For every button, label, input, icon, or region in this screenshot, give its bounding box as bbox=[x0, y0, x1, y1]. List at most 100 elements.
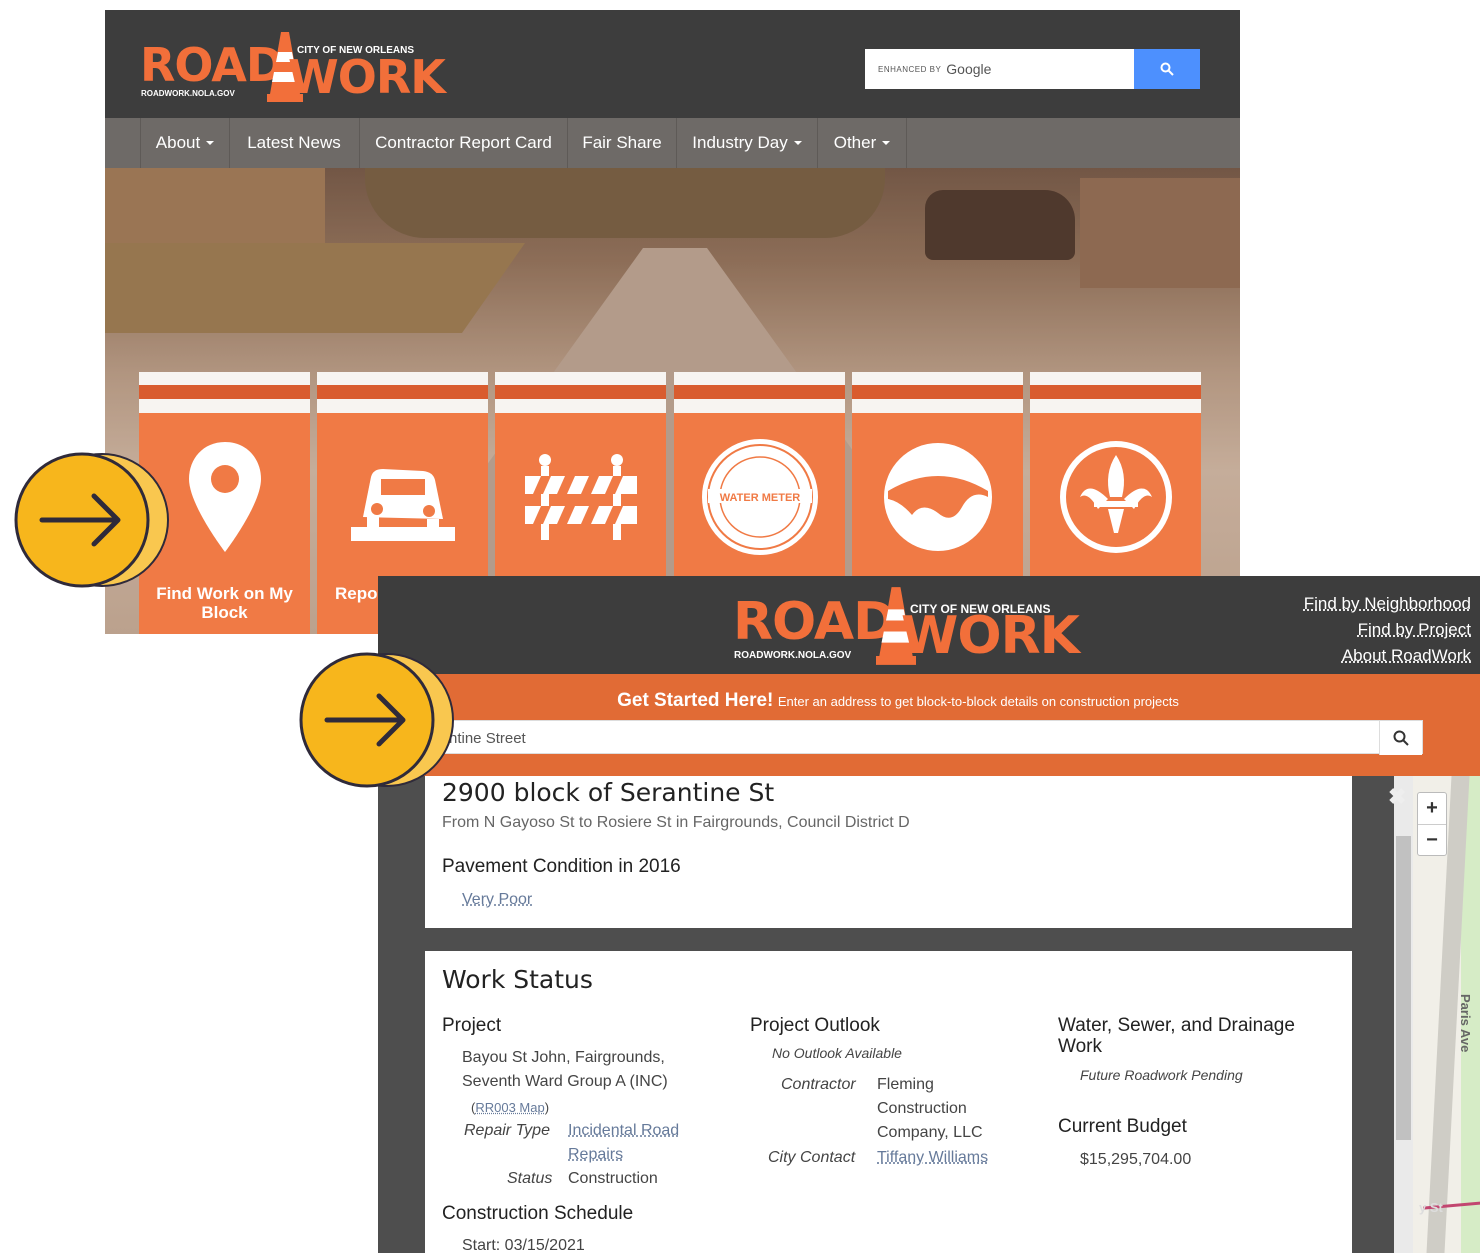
get-started-banner: Get Started Here! Enter an address to ge… bbox=[378, 674, 1480, 776]
caret-down-icon bbox=[793, 141, 802, 145]
outlook-value: No Outlook Available bbox=[772, 1045, 902, 1061]
pavement-condition-link[interactable]: Very Poor bbox=[462, 891, 532, 909]
nav-item-fair-share[interactable]: Fair Share bbox=[568, 118, 677, 168]
nav-item-label: Fair Share bbox=[582, 133, 662, 152]
nav-item-label: Industry Day bbox=[692, 133, 788, 152]
roadwork-logo[interactable]: ROAD WORK CITY OF NEW ORLEANS ROADWORK.N… bbox=[140, 32, 446, 104]
tile-stripe bbox=[139, 399, 310, 413]
zoom-out-button[interactable]: − bbox=[1418, 825, 1446, 856]
logo-word-road: ROAD bbox=[140, 38, 284, 92]
work-status-card: Work Status Project Bayou St John, Fairg… bbox=[425, 951, 1352, 1253]
search-input[interactable]: ENHANCED BY Google bbox=[865, 49, 1134, 89]
schedule-heading: Construction Schedule bbox=[442, 1203, 634, 1224]
get-started-headline: Get Started Here! bbox=[617, 690, 774, 711]
search-icon bbox=[1393, 730, 1409, 746]
tile-stripe bbox=[1030, 399, 1201, 413]
close-icon[interactable]: ✖ bbox=[1388, 784, 1406, 810]
address-search-button[interactable] bbox=[1379, 721, 1422, 755]
tile-cap bbox=[1030, 372, 1201, 385]
roadwork-homepage-screenshot: ROAD WORK CITY OF NEW ORLEANS ROADWORK.N… bbox=[105, 10, 1240, 634]
tile-stripe bbox=[495, 385, 666, 399]
nav-item-label: Latest News bbox=[247, 133, 341, 152]
repair-type-link[interactable]: Incidental Road bbox=[568, 1122, 679, 1140]
tile-label-line: Block bbox=[201, 603, 248, 622]
site-header: ROAD WORK CITY OF NEW ORLEANS ROADWORK.N… bbox=[105, 10, 1240, 118]
project-map-link[interactable]: RR003 Map bbox=[475, 1100, 544, 1115]
nav-item-label: Contractor Report Card bbox=[375, 133, 552, 152]
address-input[interactable]: ntine Street bbox=[449, 721, 526, 755]
project-name-line: Bayou St John, Fairgrounds, bbox=[462, 1049, 665, 1066]
repair-type-link-line2[interactable]: Repairs bbox=[568, 1146, 623, 1164]
tile-stripe bbox=[317, 385, 488, 399]
nav-item-other[interactable]: Other bbox=[818, 118, 907, 168]
block-subtitle: From N Gayoso St to Rosiere St in Fairgr… bbox=[442, 814, 910, 831]
results-scrollbar[interactable] bbox=[1394, 776, 1413, 1253]
pavement-heading: Pavement Condition in 2016 bbox=[442, 856, 681, 877]
header-links: Find by Neighborhood Find by Project Abo… bbox=[1304, 591, 1471, 669]
repair-type-label: Repair Type bbox=[464, 1122, 550, 1139]
zoom-in-button[interactable]: + bbox=[1418, 793, 1446, 825]
schedule-start: Start: 03/15/2021 bbox=[462, 1237, 585, 1253]
caret-down-icon bbox=[882, 141, 891, 145]
project-heading: Project bbox=[442, 1015, 502, 1036]
city-contact-link[interactable]: Tiffany Williams bbox=[877, 1149, 988, 1167]
nav-item-label: Other bbox=[833, 133, 877, 152]
tile-stripe bbox=[317, 399, 488, 413]
logo-domain-text: ROADWORK.NOLA.GOV bbox=[141, 89, 235, 98]
results-panel: 2900 block of Serantine St From N Gayoso… bbox=[378, 776, 1413, 1253]
search-icon bbox=[1160, 62, 1174, 76]
caret-down-icon bbox=[206, 141, 215, 145]
get-started-description: Enter an address to get block-to-block d… bbox=[777, 694, 1179, 709]
link-find-by-neighborhood[interactable]: Find by Neighborhood bbox=[1304, 591, 1471, 617]
budget-heading: Current Budget bbox=[1058, 1116, 1187, 1137]
arrow-right-icon bbox=[299, 652, 457, 792]
map-street-label-2: y St bbox=[1419, 1200, 1443, 1215]
car-pothole-icon bbox=[317, 427, 488, 567]
road-barrier-icon bbox=[495, 427, 666, 567]
tile-stripe bbox=[674, 399, 845, 413]
logo-word-road: ROAD bbox=[733, 592, 896, 652]
nav-item-label: About bbox=[155, 133, 201, 152]
tile-stripe bbox=[852, 399, 1023, 413]
map-panel[interactable]: + − Paris Ave y St bbox=[1413, 776, 1480, 1253]
tile-stripe bbox=[139, 385, 310, 399]
nav-item-about[interactable]: About bbox=[140, 118, 230, 168]
water-sewer-heading: Water, Sewer, and Drainage bbox=[1058, 1015, 1295, 1036]
tile-cap bbox=[495, 372, 666, 385]
project-name-line: Seventh Ward Group A (INC) bbox=[462, 1073, 668, 1090]
tile-cap bbox=[317, 372, 488, 385]
project-map-link-wrap: (RR003 Map) bbox=[471, 1100, 550, 1115]
map-zoom-control: + − bbox=[1417, 792, 1447, 856]
status-label: Status bbox=[507, 1170, 553, 1187]
tile-cap bbox=[139, 372, 310, 385]
tile-stripe bbox=[1030, 385, 1201, 399]
arrow-right-icon bbox=[14, 452, 172, 592]
pothole-icon bbox=[852, 427, 1023, 567]
logo-city-text: CITY OF NEW ORLEANS bbox=[910, 602, 1051, 616]
status-value: Construction bbox=[568, 1170, 658, 1187]
city-contact-label: City Contact bbox=[768, 1149, 856, 1166]
scrollbar-thumb[interactable] bbox=[1396, 836, 1411, 1140]
google-custom-search: ENHANCED BY Google bbox=[865, 49, 1200, 89]
water-sewer-value: Future Roadwork Pending bbox=[1080, 1067, 1243, 1083]
tile-cap bbox=[852, 372, 1023, 385]
svg-text:WATER METER: WATER METER bbox=[719, 492, 800, 504]
nav-item-latest-news[interactable]: Latest News bbox=[229, 118, 360, 168]
link-find-by-project[interactable]: Find by Project bbox=[1304, 617, 1471, 643]
roadwork-search-results-screenshot: ROAD WORK CITY OF NEW ORLEANS ROADWORK.N… bbox=[378, 576, 1480, 1253]
address-search: ntine Street bbox=[418, 720, 1423, 755]
contractor-label: Contractor bbox=[781, 1076, 856, 1093]
logo-word-work: WORK bbox=[288, 50, 446, 104]
block-info-card: 2900 block of Serantine St From N Gayoso… bbox=[425, 776, 1352, 928]
link-about-roadwork[interactable]: About RoadWork bbox=[1304, 643, 1471, 669]
contractor-value: Fleming bbox=[877, 1076, 934, 1093]
tile-stripe bbox=[674, 385, 845, 399]
nav-item-industry-day[interactable]: Industry Day bbox=[677, 118, 818, 168]
search-button[interactable] bbox=[1134, 49, 1200, 89]
roadwork-logo[interactable]: ROAD WORK CITY OF NEW ORLEANS ROADWORK.N… bbox=[733, 586, 1080, 666]
logo-city-text: CITY OF NEW ORLEANS bbox=[297, 45, 415, 56]
budget-value: $15,295,704.00 bbox=[1080, 1151, 1192, 1168]
map-street-label: Paris Ave bbox=[1458, 994, 1473, 1053]
nav-item-contractor-report-card[interactable]: Contractor Report Card bbox=[360, 118, 568, 168]
contractor-value-line3: Company, LLC bbox=[877, 1124, 983, 1141]
